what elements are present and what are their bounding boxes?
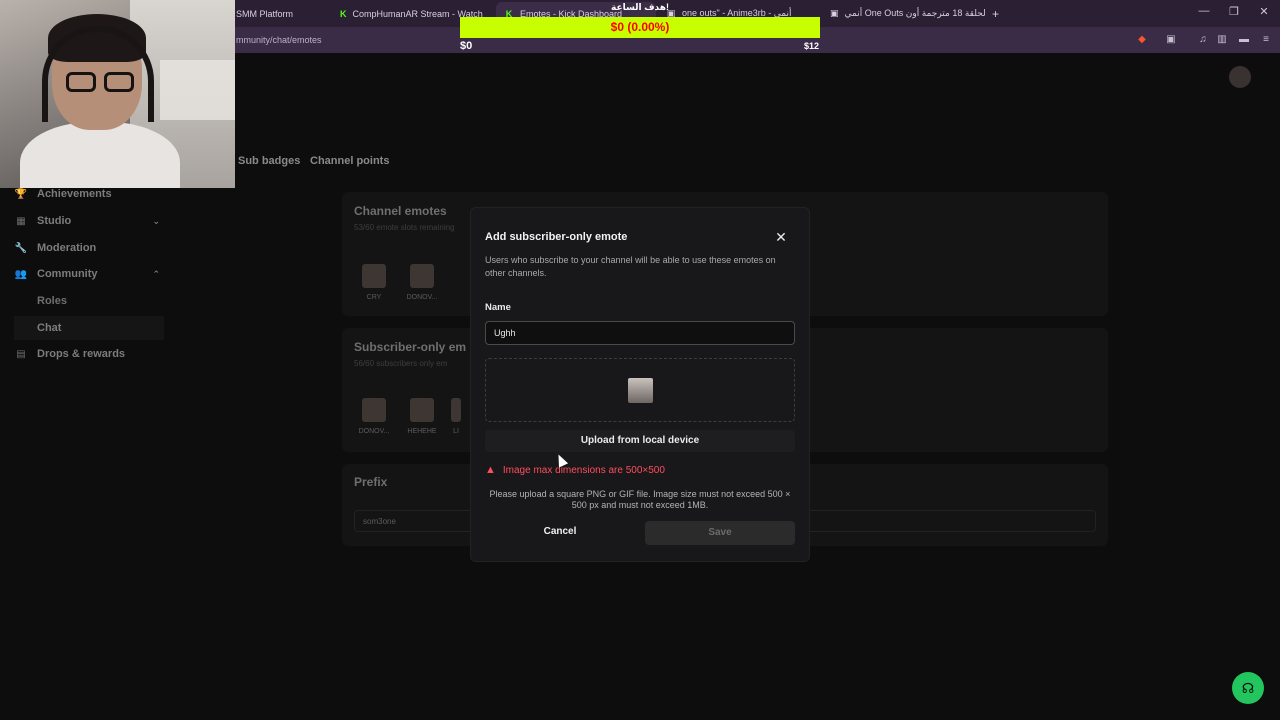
chevron-up-icon: ⌃: [152, 268, 160, 279]
tab-one-outs-episode[interactable]: ▣ أنمي One Outs الحلقة 18 مترجمة أون: [830, 2, 985, 25]
sidebar-item-moderation[interactable]: 🔧 Moderation: [14, 236, 164, 260]
user-avatar[interactable]: [1229, 66, 1251, 88]
goal-title: هدف الساعة!: [610, 2, 669, 12]
warning-icon: ▲: [485, 464, 496, 476]
cancel-button[interactable]: Cancel: [485, 521, 635, 543]
card-title: Subscriber-only em: [354, 340, 467, 354]
streamer-body: [20, 122, 180, 188]
studio-icon: ▦: [16, 215, 26, 227]
name-label: Name: [485, 302, 511, 313]
emote-name-input[interactable]: [485, 321, 795, 345]
users-icon: 👥: [14, 268, 28, 280]
upload-help-text: Please upload a square PNG or GIF file. …: [489, 489, 791, 510]
emote-image: [410, 398, 434, 422]
emote-item[interactable]: HEHEHE: [402, 398, 442, 435]
webcam-background: [160, 60, 235, 120]
tab-label: SMM Platform: [236, 8, 294, 19]
tab-sub-badges[interactable]: Sub badges: [238, 155, 300, 167]
card-subtitle: 53/60 emote slots remaining: [354, 223, 455, 232]
save-button[interactable]: Save: [645, 521, 795, 545]
goal-max-label: $12: [804, 41, 820, 51]
sidebar-item-label: Community: [37, 268, 98, 280]
emote-image: [362, 398, 386, 422]
kick-icon: K: [340, 8, 347, 19]
emote-item[interactable]: DONOV...: [402, 264, 442, 301]
donation-goal-bar: $0 (0.00%): [460, 17, 820, 38]
image-dropzone[interactable]: [485, 358, 795, 422]
screen: SMM Platform K CompHumanAR Stream - Watc…: [0, 0, 1280, 720]
wrench-icon: 🔧: [14, 242, 28, 254]
dialog-title: Add subscriber-only emote: [485, 231, 628, 243]
dialog-description: Users who subscribe to your channel will…: [485, 255, 776, 278]
gift-icon: ▤: [16, 348, 26, 360]
emote-image: [410, 264, 434, 288]
trophy-icon: 🏆: [14, 188, 28, 200]
error-text: Image max dimensions are 500×500: [502, 464, 665, 476]
sidebar-item-community[interactable]: 👥 Community ⌃: [14, 262, 164, 286]
webcam-overlay: [0, 0, 235, 188]
restore-button[interactable]: ❐: [1224, 5, 1244, 18]
emote-name: DONOV...: [406, 294, 438, 301]
sidebar-item-drops-rewards[interactable]: ▤ Drops & rewards: [14, 342, 164, 366]
emote-image: [451, 398, 461, 422]
tab-smm-platform[interactable]: SMM Platform: [236, 2, 326, 25]
close-window-button[interactable]: ✕: [1254, 5, 1274, 18]
upload-from-device-button[interactable]: Upload from local device: [485, 430, 795, 452]
menu-icon[interactable]: ≡: [1260, 34, 1272, 46]
url-text: mmunity/chat/emotes: [236, 35, 322, 45]
vpn-icon[interactable]: ▬: [1238, 34, 1250, 46]
support-chat-icon[interactable]: ☊: [1232, 672, 1264, 704]
brave-shield-icon[interactable]: ◆: [1136, 34, 1148, 46]
minimize-button[interactable]: —: [1194, 5, 1214, 17]
card-title: Channel emotes: [354, 204, 447, 218]
emote-image: [362, 264, 386, 288]
emote-preview-image: [628, 378, 653, 403]
anime-site-icon: ▣: [830, 8, 839, 18]
emote-item[interactable]: DONOV...: [354, 398, 394, 435]
tab-channel-points[interactable]: Channel points: [310, 155, 389, 167]
add-emote-dialog: Add subscriber-only emote ✕ Users who su…: [470, 207, 810, 562]
sidebar-item-label: Moderation: [37, 242, 97, 254]
sidebar-toggle-icon[interactable]: ▥: [1216, 34, 1228, 46]
tab-label: أنمي One Outs الحلقة 18 مترجمة أون: [844, 8, 985, 18]
media-icon[interactable]: ♫: [1197, 34, 1209, 46]
new-tab-button[interactable]: +: [992, 2, 1006, 25]
sidebar-item-label: Drops & rewards: [37, 348, 126, 360]
extension-icon[interactable]: ▣: [1165, 34, 1177, 46]
sidebar-item-roles[interactable]: Roles: [37, 295, 67, 307]
emote-name: CRY: [366, 294, 382, 301]
card-subtitle: 56/60 subscribers only em: [354, 359, 448, 368]
close-icon[interactable]: ✕: [773, 229, 789, 245]
sidebar-item-chat[interactable]: Chat: [14, 316, 164, 340]
error-message: ▲ Image max dimensions are 500×500: [485, 464, 665, 476]
emote-name: DONOV...: [358, 428, 390, 435]
sidebar-item-studio[interactable]: ▦ Studio ⌄: [14, 209, 164, 233]
emote-item[interactable]: CRY: [354, 264, 394, 301]
sidebar-item-label: Achievements: [37, 188, 112, 200]
plus-icon: +: [992, 6, 1000, 21]
emote-name: LI: [453, 428, 459, 435]
chevron-down-icon: ⌄: [152, 215, 160, 226]
emote-name: HEHEHE: [407, 428, 437, 435]
sidebar-item-label: Studio: [37, 215, 72, 227]
emote-item[interactable]: LI: [446, 398, 466, 435]
goal-min-label: $0: [460, 40, 473, 52]
goal-progress-text: $0 (0.00%): [610, 20, 670, 34]
card-title: Prefix: [354, 475, 388, 489]
